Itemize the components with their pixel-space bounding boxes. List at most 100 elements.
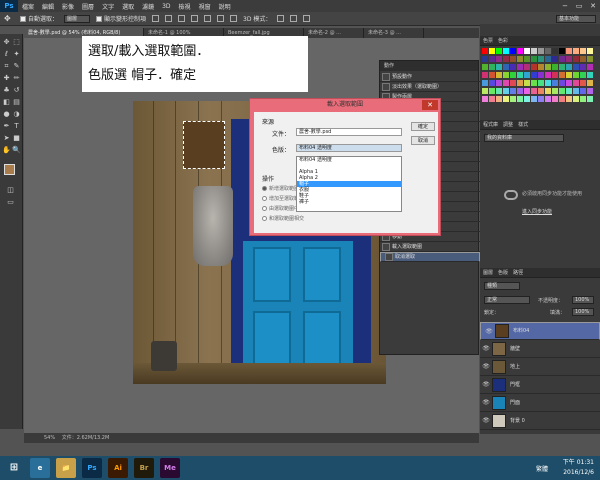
zoom-level[interactable]: 54% <box>44 435 55 441</box>
cancel-button[interactable]: 取消 <box>411 136 435 145</box>
maximize-button[interactable]: ▭ <box>572 0 586 12</box>
color-swatch[interactable] <box>566 48 572 54</box>
color-swatch[interactable] <box>531 96 537 102</box>
history-brush-icon[interactable]: ↺ <box>12 86 21 95</box>
shape-tool-icon[interactable]: ■ <box>12 134 21 143</box>
color-swatch[interactable] <box>580 56 586 62</box>
color-swatch[interactable] <box>545 96 551 102</box>
document-select[interactable]: 農舍-數學.psd <box>296 128 402 136</box>
color-swatch[interactable] <box>482 56 488 62</box>
color-swatch[interactable] <box>559 88 565 94</box>
color-swatch[interactable] <box>510 96 516 102</box>
color-swatch[interactable] <box>531 80 537 86</box>
color-swatch[interactable] <box>489 96 495 102</box>
taskbar-app-ie[interactable]: e <box>30 458 50 478</box>
color-swatch[interactable] <box>538 56 544 62</box>
color-swatch[interactable] <box>503 48 509 54</box>
color-swatch[interactable] <box>503 96 509 102</box>
channel-select[interactable]: 布料04 透明度 <box>296 144 402 152</box>
color-swatch[interactable] <box>538 80 544 86</box>
layer-row[interactable]: 👁 布料04 <box>480 322 600 340</box>
gradient-tool-icon[interactable]: ▤ <box>12 98 21 107</box>
color-swatch[interactable] <box>503 80 509 86</box>
action-toggle-checkbox[interactable] <box>382 242 390 251</box>
layer-row[interactable]: 👁 背景 0 <box>480 412 600 430</box>
visibility-eye-icon[interactable]: 👁 <box>480 381 492 388</box>
color-swatch[interactable] <box>496 88 502 94</box>
color-swatch[interactable] <box>573 96 579 102</box>
visibility-eye-icon[interactable]: 👁 <box>480 417 492 424</box>
color-swatch[interactable] <box>510 64 516 70</box>
visibility-eye-icon[interactable]: 👁 <box>480 399 492 406</box>
color-swatch[interactable] <box>573 88 579 94</box>
color-swatch[interactable] <box>503 72 509 78</box>
color-swatch[interactable] <box>496 80 502 86</box>
color-swatch[interactable] <box>552 56 558 62</box>
color-swatch[interactable] <box>587 56 593 62</box>
eraser-tool-icon[interactable]: ◧ <box>2 98 11 107</box>
action-toggle-checkbox[interactable] <box>382 72 390 81</box>
healing-brush-icon[interactable]: ✚ <box>2 74 11 83</box>
color-swatch[interactable] <box>482 64 488 70</box>
library-dropdown[interactable]: 我的資料庫 <box>484 134 564 142</box>
distribute-icon[interactable] <box>230 15 238 22</box>
actions-panel-header[interactable]: 動作 <box>380 61 478 71</box>
color-swatch[interactable] <box>587 72 593 78</box>
color-swatch[interactable] <box>489 72 495 78</box>
move-tool-icon[interactable]: ✥ <box>2 38 11 47</box>
color-swatch[interactable] <box>538 48 544 54</box>
hat-selection[interactable] <box>183 121 225 169</box>
color-swatch[interactable] <box>580 88 586 94</box>
color-swatch[interactable] <box>524 72 530 78</box>
color-swatch[interactable] <box>566 72 572 78</box>
action-row[interactable]: 取消選取 <box>380 252 480 262</box>
align-middle-icon[interactable] <box>165 15 173 22</box>
menu-layer[interactable]: 圖層 <box>78 2 98 11</box>
color-swatch[interactable] <box>545 56 551 62</box>
move-tool-icon[interactable]: ✥ <box>4 14 14 24</box>
color-swatch[interactable] <box>573 56 579 62</box>
visibility-eye-icon[interactable]: 👁 <box>480 345 492 352</box>
eyedropper-icon[interactable]: ✎ <box>12 62 21 71</box>
action-toggle-checkbox[interactable] <box>385 253 393 261</box>
doc-tab[interactable]: 未命名-3 @ ... <box>364 28 424 38</box>
color-swatch[interactable] <box>580 64 586 70</box>
color-swatch[interactable] <box>531 72 537 78</box>
color-swatch[interactable] <box>552 96 558 102</box>
menu-edit[interactable]: 編輯 <box>38 2 58 11</box>
layer-row[interactable]: 👁 地上 <box>480 358 600 376</box>
color-swatch[interactable] <box>587 64 593 70</box>
show-transform-option[interactable]: 顯示變形控制項 <box>96 14 146 23</box>
menu-help[interactable]: 說明 <box>215 2 235 11</box>
color-swatch[interactable] <box>587 80 593 86</box>
color-swatch[interactable] <box>524 56 530 62</box>
color-swatch[interactable] <box>531 56 537 62</box>
3d-rotate-icon[interactable] <box>277 15 285 22</box>
color-swatch[interactable] <box>580 48 586 54</box>
color-swatch[interactable] <box>524 64 530 70</box>
color-swatch[interactable] <box>531 64 537 70</box>
color-swatch[interactable] <box>510 72 516 78</box>
layer-kind-filter[interactable]: 種類 <box>484 282 520 290</box>
color-swatch[interactable] <box>559 72 565 78</box>
color-swatch[interactable] <box>552 80 558 86</box>
doc-info[interactable]: 文件：2.62M/13.2M <box>62 435 110 441</box>
show-transform-checkbox[interactable] <box>96 15 103 22</box>
color-swatch[interactable] <box>510 56 516 62</box>
3d-pan-icon[interactable] <box>303 15 311 22</box>
magic-wand-icon[interactable]: ✦ <box>12 50 21 59</box>
channel-dropdown-list[interactable]: 布料04 透明度 Alpha 1 Alpha 2 帽子 衣服 鞋子 褲子 <box>296 156 402 212</box>
color-swatch[interactable] <box>517 88 523 94</box>
color-swatch[interactable] <box>510 80 516 86</box>
color-swatch[interactable] <box>517 48 523 54</box>
color-swatch[interactable] <box>545 64 551 70</box>
color-swatch[interactable] <box>566 88 572 94</box>
visibility-eye-icon[interactable]: 👁 <box>483 328 495 335</box>
menu-type[interactable]: 文字 <box>98 2 118 11</box>
color-swatch[interactable] <box>482 88 488 94</box>
color-swatch[interactable] <box>503 56 509 62</box>
foreground-color-swatch[interactable] <box>4 164 15 175</box>
color-swatch[interactable] <box>482 48 488 54</box>
color-swatch[interactable] <box>552 88 558 94</box>
color-swatch[interactable] <box>496 48 502 54</box>
